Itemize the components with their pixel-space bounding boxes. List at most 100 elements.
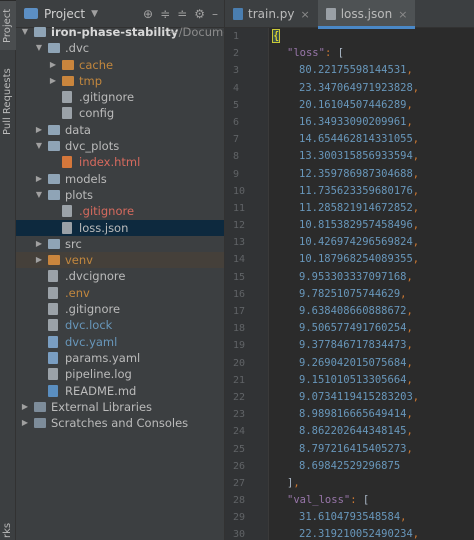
tree-item[interactable]: index.html bbox=[16, 154, 224, 170]
code-text: ], bbox=[287, 476, 300, 489]
line-number: 19 bbox=[233, 340, 246, 352]
line-number: 29 bbox=[233, 512, 246, 524]
folder-icon bbox=[34, 27, 46, 37]
tree-item[interactable]: .gitignore bbox=[16, 89, 224, 105]
chevron-right-icon[interactable]: ▶ bbox=[34, 236, 44, 252]
code-line: ], bbox=[269, 475, 474, 492]
collapse-all-icon[interactable]: ≐ bbox=[177, 7, 187, 21]
tree-item[interactable]: loss.json bbox=[16, 219, 224, 236]
line-number: 11 bbox=[233, 202, 246, 214]
tree-item[interactable]: ▶ venv bbox=[16, 252, 224, 269]
line-number-gutter: 1 2 3 4 5 6 7 8 9 10 11 12 13 14 15 16 17 18 19 20 21 22 23 24 2… bbox=[225, 28, 269, 540]
code-text: 8.862202644348145, bbox=[299, 425, 413, 438]
tree-item[interactable]: ▼ .dvc bbox=[16, 40, 224, 56]
tree-item[interactable]: ▶ tmp bbox=[16, 73, 224, 89]
code-line: 23.347064971923828, bbox=[269, 80, 474, 97]
editor-tab[interactable]: train.py × bbox=[225, 0, 318, 28]
chevron-down-icon[interactable]: ▼ bbox=[34, 187, 44, 203]
chevron-down-icon[interactable]: ▼ bbox=[20, 24, 30, 40]
line-number: 9 bbox=[233, 168, 240, 180]
locate-target-icon[interactable]: ⊕ bbox=[143, 7, 153, 21]
code-line: 9.269042015075684, bbox=[269, 355, 474, 372]
code-text: 8.69842529296875 bbox=[299, 459, 401, 472]
line-number: 13 bbox=[233, 237, 246, 249]
tree-item[interactable]: README.md bbox=[16, 383, 224, 399]
code-text: 13.300315856933594, bbox=[299, 150, 420, 163]
tree-item-label: .env bbox=[65, 285, 90, 300]
tree-item[interactable]: ▶ src bbox=[16, 236, 224, 252]
project-panel: Project ▼ ⊕ ≑ ≐ ⚙ – ▼ iron-phase-stabilit… bbox=[16, 0, 225, 540]
tree-item[interactable]: ▶ models bbox=[16, 171, 224, 187]
code-text: 12.359786987304688, bbox=[299, 167, 420, 180]
project-panel-title[interactable]: Project bbox=[44, 7, 85, 21]
tree-item[interactable]: ▶ External Libraries bbox=[16, 399, 224, 415]
tree-item[interactable]: dvc.lock bbox=[16, 317, 224, 333]
code-line: 8.989816665649414, bbox=[269, 406, 474, 423]
chevron-right-icon[interactable]: ▶ bbox=[34, 252, 44, 268]
tree-item[interactable]: ▼ dvc_plots bbox=[16, 138, 224, 154]
tree-item-label: .dvc bbox=[65, 41, 90, 56]
tree-item-label: .dvcignore bbox=[65, 269, 126, 284]
chevron-right-icon[interactable]: ▶ bbox=[48, 73, 58, 89]
pull-requests-tool-tab[interactable]: Pull Requests bbox=[0, 62, 16, 142]
chevron-right-icon[interactable]: ▶ bbox=[34, 171, 44, 187]
code-text: 80.22175598144531, bbox=[299, 64, 413, 77]
editor-tab[interactable]: loss.json × bbox=[317, 0, 416, 29]
chevron-right-icon[interactable]: ▶ bbox=[34, 122, 44, 138]
expand-all-icon[interactable]: ≑ bbox=[160, 7, 170, 21]
code-line: 9.151010513305664, bbox=[269, 372, 474, 389]
tree-item[interactable]: ▼ iron-phase-stability~/Documents/D: bbox=[16, 24, 224, 40]
line-number: 7 bbox=[233, 134, 240, 146]
tree-item[interactable]: .env bbox=[16, 285, 224, 301]
editor-tab-label: train.py bbox=[248, 7, 295, 21]
file-icon bbox=[48, 384, 58, 397]
code-line: 20.16104507446289, bbox=[269, 97, 474, 114]
tree-item[interactable]: .dvcignore bbox=[16, 268, 224, 284]
code-text: 9.953303337097168, bbox=[299, 270, 413, 283]
tree-item[interactable]: ▶ Scratches and Consoles bbox=[16, 415, 224, 431]
file-icon bbox=[48, 368, 58, 381]
tree-item-label: models bbox=[65, 171, 107, 186]
chevron-right-icon[interactable]: ▶ bbox=[20, 415, 30, 431]
line-number: 24 bbox=[233, 426, 246, 438]
chevron-right-icon[interactable]: ▶ bbox=[48, 57, 58, 73]
line-number: 27 bbox=[233, 477, 246, 489]
file-icon bbox=[48, 303, 58, 316]
tree-item-label: index.html bbox=[79, 155, 141, 170]
code-line: 10.426974296569824, bbox=[269, 234, 474, 251]
code-line: 9.953303337097168, bbox=[269, 269, 474, 286]
folder-icon bbox=[48, 124, 60, 135]
file-icon bbox=[48, 335, 58, 348]
hide-panel-icon[interactable]: – bbox=[212, 7, 218, 21]
close-icon[interactable]: × bbox=[300, 8, 309, 21]
gear-icon[interactable]: ⚙ bbox=[194, 7, 205, 21]
line-number: 5 bbox=[233, 99, 240, 111]
folder-icon bbox=[48, 189, 60, 200]
tree-item[interactable]: .gitignore bbox=[16, 301, 224, 317]
project-tool-tab[interactable]: Project bbox=[0, 0, 16, 50]
code-editor[interactable]: {"loss": [80.22175598144531, 23.347064971… bbox=[269, 28, 474, 540]
chevron-right-icon[interactable]: ▶ bbox=[20, 399, 30, 415]
tree-item[interactable]: config bbox=[16, 105, 224, 121]
bottom-tool-tab[interactable]: rks bbox=[0, 520, 16, 540]
file-icon bbox=[62, 91, 72, 104]
chevron-down-icon[interactable]: ▼ bbox=[34, 40, 44, 56]
tree-item[interactable]: ▶ cache bbox=[16, 57, 224, 73]
chevron-down-icon[interactable]: ▼ bbox=[34, 138, 44, 154]
code-text: 10.815382957458496, bbox=[299, 219, 420, 232]
code-line: 22.319210052490234, bbox=[269, 526, 474, 540]
file-icon bbox=[62, 205, 72, 218]
close-icon[interactable]: × bbox=[398, 8, 407, 21]
line-number: 28 bbox=[233, 495, 246, 507]
tree-item[interactable]: pipeline.log bbox=[16, 366, 224, 382]
chevron-down-icon[interactable]: ▼ bbox=[91, 9, 98, 19]
tree-item[interactable]: .gitignore bbox=[16, 203, 224, 219]
file-icon bbox=[62, 221, 72, 234]
tree-item[interactable]: params.yaml bbox=[16, 350, 224, 366]
tree-item-label: loss.json bbox=[79, 220, 129, 235]
tree-item[interactable]: ▼ plots bbox=[16, 187, 224, 203]
tree-item[interactable]: ▶ data bbox=[16, 122, 224, 138]
tree-item-label: params.yaml bbox=[65, 350, 141, 365]
tree-item-label: src bbox=[65, 236, 82, 251]
tree-item[interactable]: dvc.yaml bbox=[16, 334, 224, 350]
